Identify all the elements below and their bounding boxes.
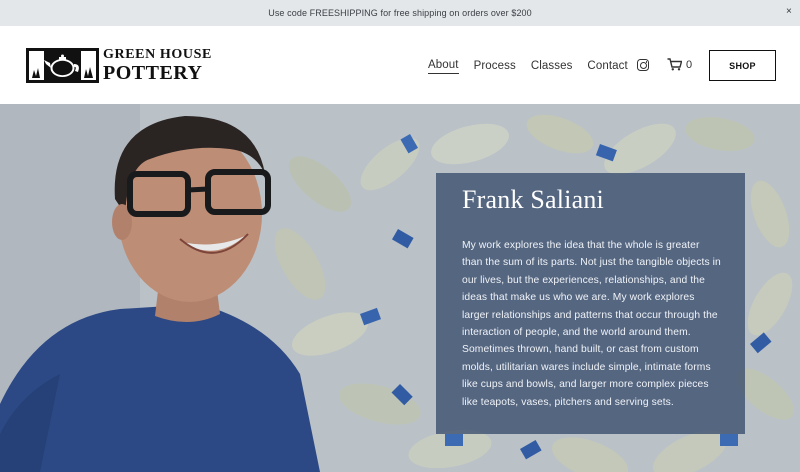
logo-line-1: GREEN HOUSE xyxy=(103,46,212,62)
announcement-text: Use code FREESHIPPING for free shipping … xyxy=(268,8,532,18)
cart-button[interactable]: 0 xyxy=(667,58,692,71)
artist-name: Frank Saliani xyxy=(462,185,604,214)
cart-icon xyxy=(667,58,682,71)
nav-contact[interactable]: Contact xyxy=(587,60,627,74)
nav-about[interactable]: About xyxy=(428,59,459,74)
logo-line-2: POTTERY xyxy=(103,61,203,84)
teapot-logo-icon xyxy=(26,47,99,83)
main-nav: About Process Classes Contact xyxy=(428,59,628,74)
cart-count: 0 xyxy=(686,58,693,71)
instagram-icon[interactable] xyxy=(637,59,649,71)
bio-card: Frank Saliani My work explores the idea … xyxy=(436,173,745,434)
shop-button[interactable]: SHOP xyxy=(709,50,776,81)
nav-classes[interactable]: Classes xyxy=(531,60,573,74)
logo[interactable]: GREEN HOUSE POTTERY xyxy=(26,46,212,84)
site-header: GREEN HOUSE POTTERY About Process Classe… xyxy=(0,26,800,104)
announcement-bar: Use code FREESHIPPING for free shipping … xyxy=(0,0,800,26)
bio-text: My work explores the idea that the whole… xyxy=(462,240,721,408)
hero-section: Frank Saliani My work explores the idea … xyxy=(0,104,800,472)
nav-process[interactable]: Process xyxy=(474,60,516,74)
close-icon[interactable]: × xyxy=(786,6,792,17)
